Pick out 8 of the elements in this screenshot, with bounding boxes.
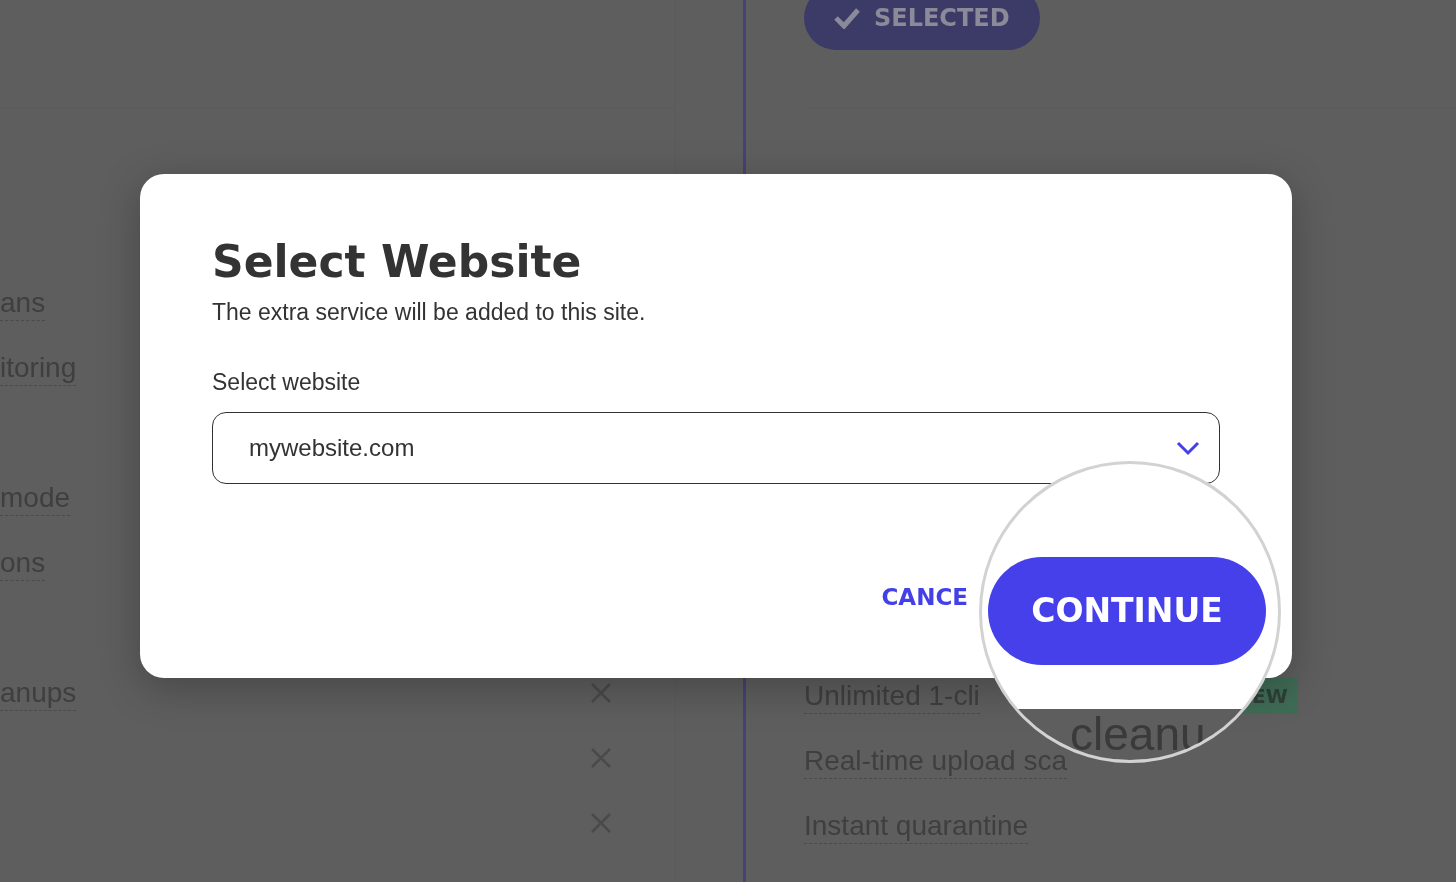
continue-button[interactable]: CONTINUE bbox=[988, 557, 1266, 665]
chevron-down-icon bbox=[1175, 439, 1201, 456]
magnified-text: cleanu bbox=[1070, 708, 1206, 760]
field-label: Select website bbox=[212, 368, 362, 398]
dialog-title: Select Website bbox=[212, 236, 583, 289]
dialog-subtitle: The extra service will be added to this site. bbox=[212, 297, 647, 327]
check-icon bbox=[834, 7, 860, 29]
cancel-button[interactable]: CANCE bbox=[881, 579, 968, 615]
